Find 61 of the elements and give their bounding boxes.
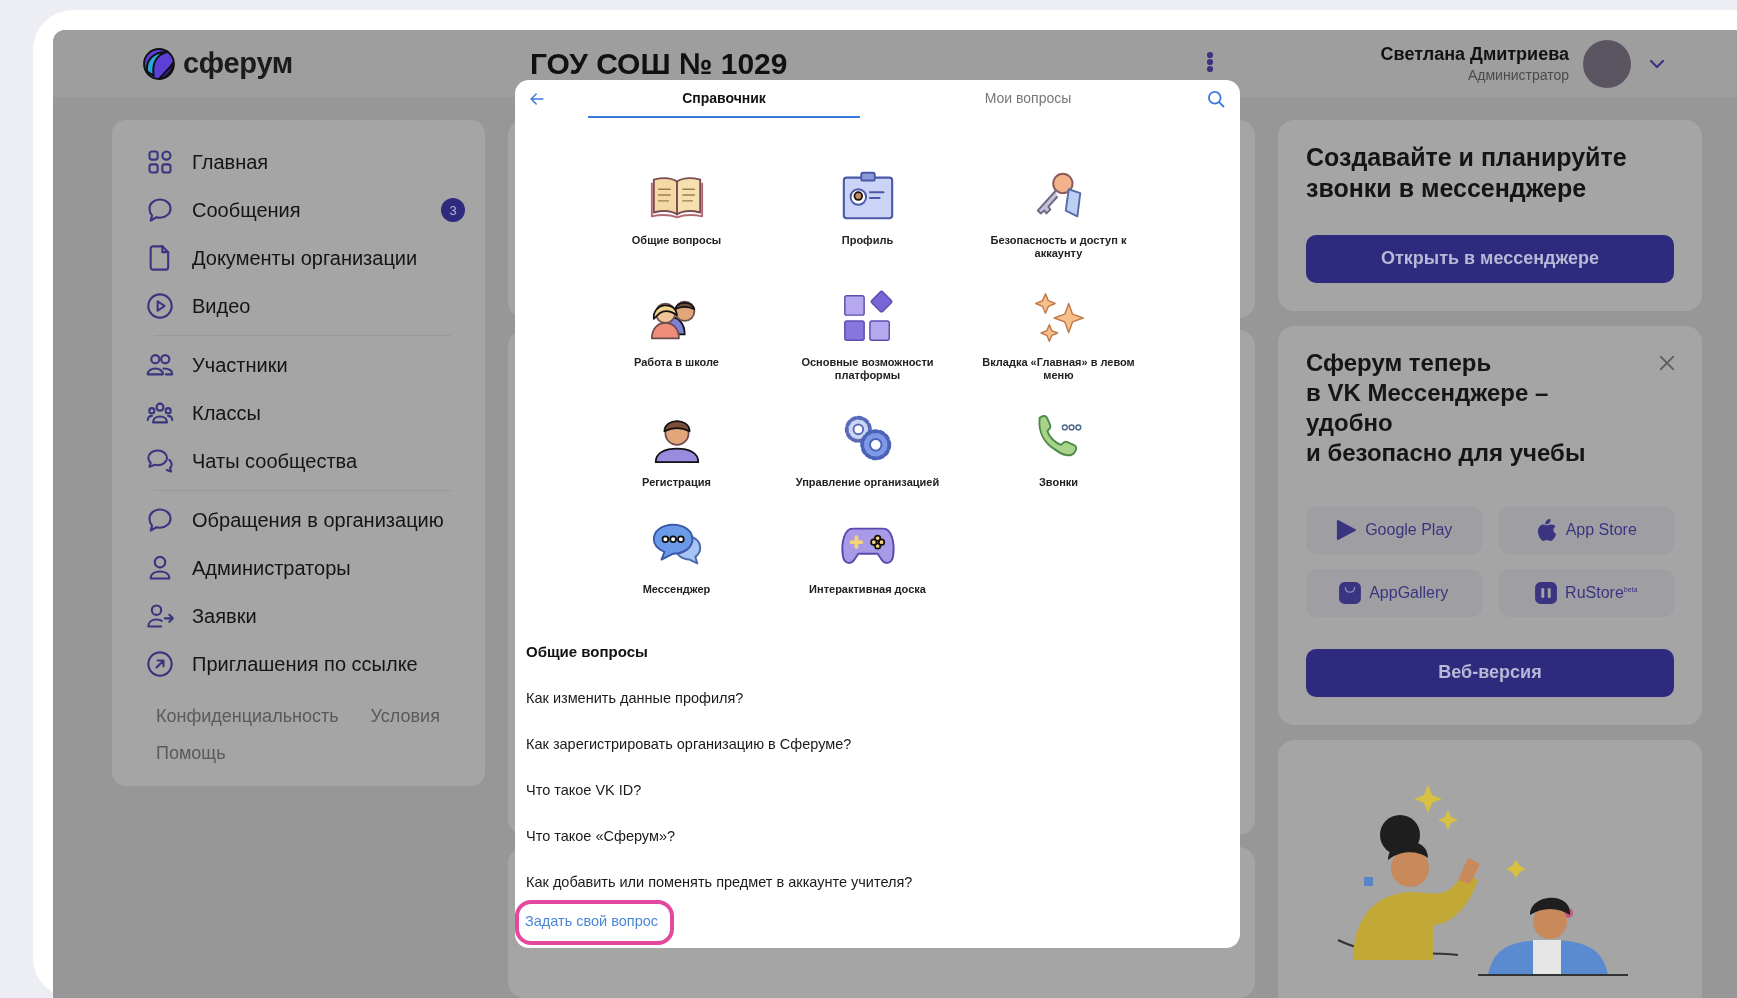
store-button[interactable]: App Store	[1498, 505, 1674, 554]
bag-icon	[1339, 581, 1362, 604]
logo-icon	[143, 47, 175, 80]
store-button[interactable]: AppGallery	[1306, 568, 1482, 617]
sidebar-item[interactable]: Заявки	[130, 592, 467, 640]
chevron-down-icon	[1649, 58, 1665, 69]
play-triangle-icon	[1335, 518, 1358, 541]
question-link[interactable]: Как зарегистрировать организацию в Сферуме?	[515, 736, 852, 752]
question-link[interactable]: Что такое VK ID?	[515, 782, 642, 798]
user-role: Администратор	[1467, 67, 1569, 83]
promo-title: Сферум теперь в VK Мессенджере – удобно и безопасно для учебы	[1306, 347, 1587, 468]
tab[interactable]: Мои вопросы	[892, 80, 1164, 118]
user-name: Светлана Дмитриева	[1380, 44, 1569, 65]
category-item[interactable]: Общие вопросы	[581, 168, 772, 290]
chat-bubble-icon	[146, 506, 174, 534]
chat-bubble-icon	[146, 196, 174, 224]
logo-text: сферум	[183, 47, 293, 80]
sidebar-item[interactable]: Чаты сообщества	[130, 437, 467, 485]
close-icon	[1658, 353, 1676, 372]
arrow-circle-icon	[146, 650, 174, 678]
sidebar-item[interactable]: Администраторы	[130, 544, 467, 592]
promo-title: Создавайте и планируйте звонки в мессенджере	[1306, 142, 1628, 205]
open-messenger-button[interactable]: Открыть в мессенджере	[1306, 234, 1674, 283]
ask-question-link[interactable]: Задать свой вопрос	[515, 900, 675, 945]
apple-icon	[1535, 518, 1558, 541]
tab[interactable]: Справочник	[588, 80, 860, 118]
section-title: Общие вопросы	[525, 642, 649, 660]
count-badge: 3	[441, 198, 465, 222]
store-button[interactable]: Google Play	[1306, 505, 1482, 554]
question-link[interactable]: Что такое «Сферум»?	[515, 828, 676, 844]
square-logo-icon	[1535, 581, 1558, 604]
search-icon	[1206, 89, 1226, 109]
person-arrow-icon	[146, 602, 174, 630]
sidebar-item[interactable]: Приглашения по ссылке	[130, 640, 467, 688]
grid-icon	[146, 148, 174, 176]
category-item[interactable]: Регистрация	[581, 410, 772, 517]
category-item[interactable]: Интерактивная доска	[772, 517, 963, 629]
web-version-button[interactable]: Веб-версия	[1306, 648, 1674, 697]
store-button[interactable]: RuStore$^{beta}$	[1498, 568, 1674, 617]
sidebar-item[interactable]: Видео	[130, 282, 467, 330]
sidebar-item[interactable]: Обращения в организацию	[130, 496, 467, 544]
category-item[interactable]: Основные возможности платформы	[772, 290, 963, 410]
category-item[interactable]: Профиль	[772, 168, 963, 290]
more-icon	[1206, 50, 1214, 73]
category-item[interactable]: Работа в школе	[581, 290, 772, 410]
school-title: ГОУ СОШ № 1029	[530, 46, 789, 81]
chat-bubbles-icon	[146, 447, 174, 475]
sidebar-item[interactable]: Классы	[130, 389, 467, 437]
play-icon	[146, 292, 174, 320]
category-item[interactable]: Управление организацией	[772, 410, 963, 517]
category-item[interactable]: Звонки	[963, 410, 1154, 517]
question-link[interactable]: Как изменить данные профиля?	[515, 690, 744, 706]
sidebar-item[interactable]: Документы организации	[130, 234, 467, 282]
category-item[interactable]: Мессенджер	[581, 517, 772, 629]
category-item[interactable]: Безопасность и доступ к аккаунту	[963, 168, 1154, 290]
sidebar-item[interactable]: Участники	[130, 341, 467, 389]
category-item[interactable]: Вкладка «Главная» в левом меню	[963, 290, 1154, 410]
avatar[interactable]	[1583, 39, 1631, 88]
sidebar-item[interactable]: Главная	[130, 138, 467, 186]
sidebar-item[interactable]: Сообщения 3	[130, 186, 467, 234]
question-link[interactable]: Как добавить или поменять предмет в аккаунте учителя?	[515, 874, 913, 890]
